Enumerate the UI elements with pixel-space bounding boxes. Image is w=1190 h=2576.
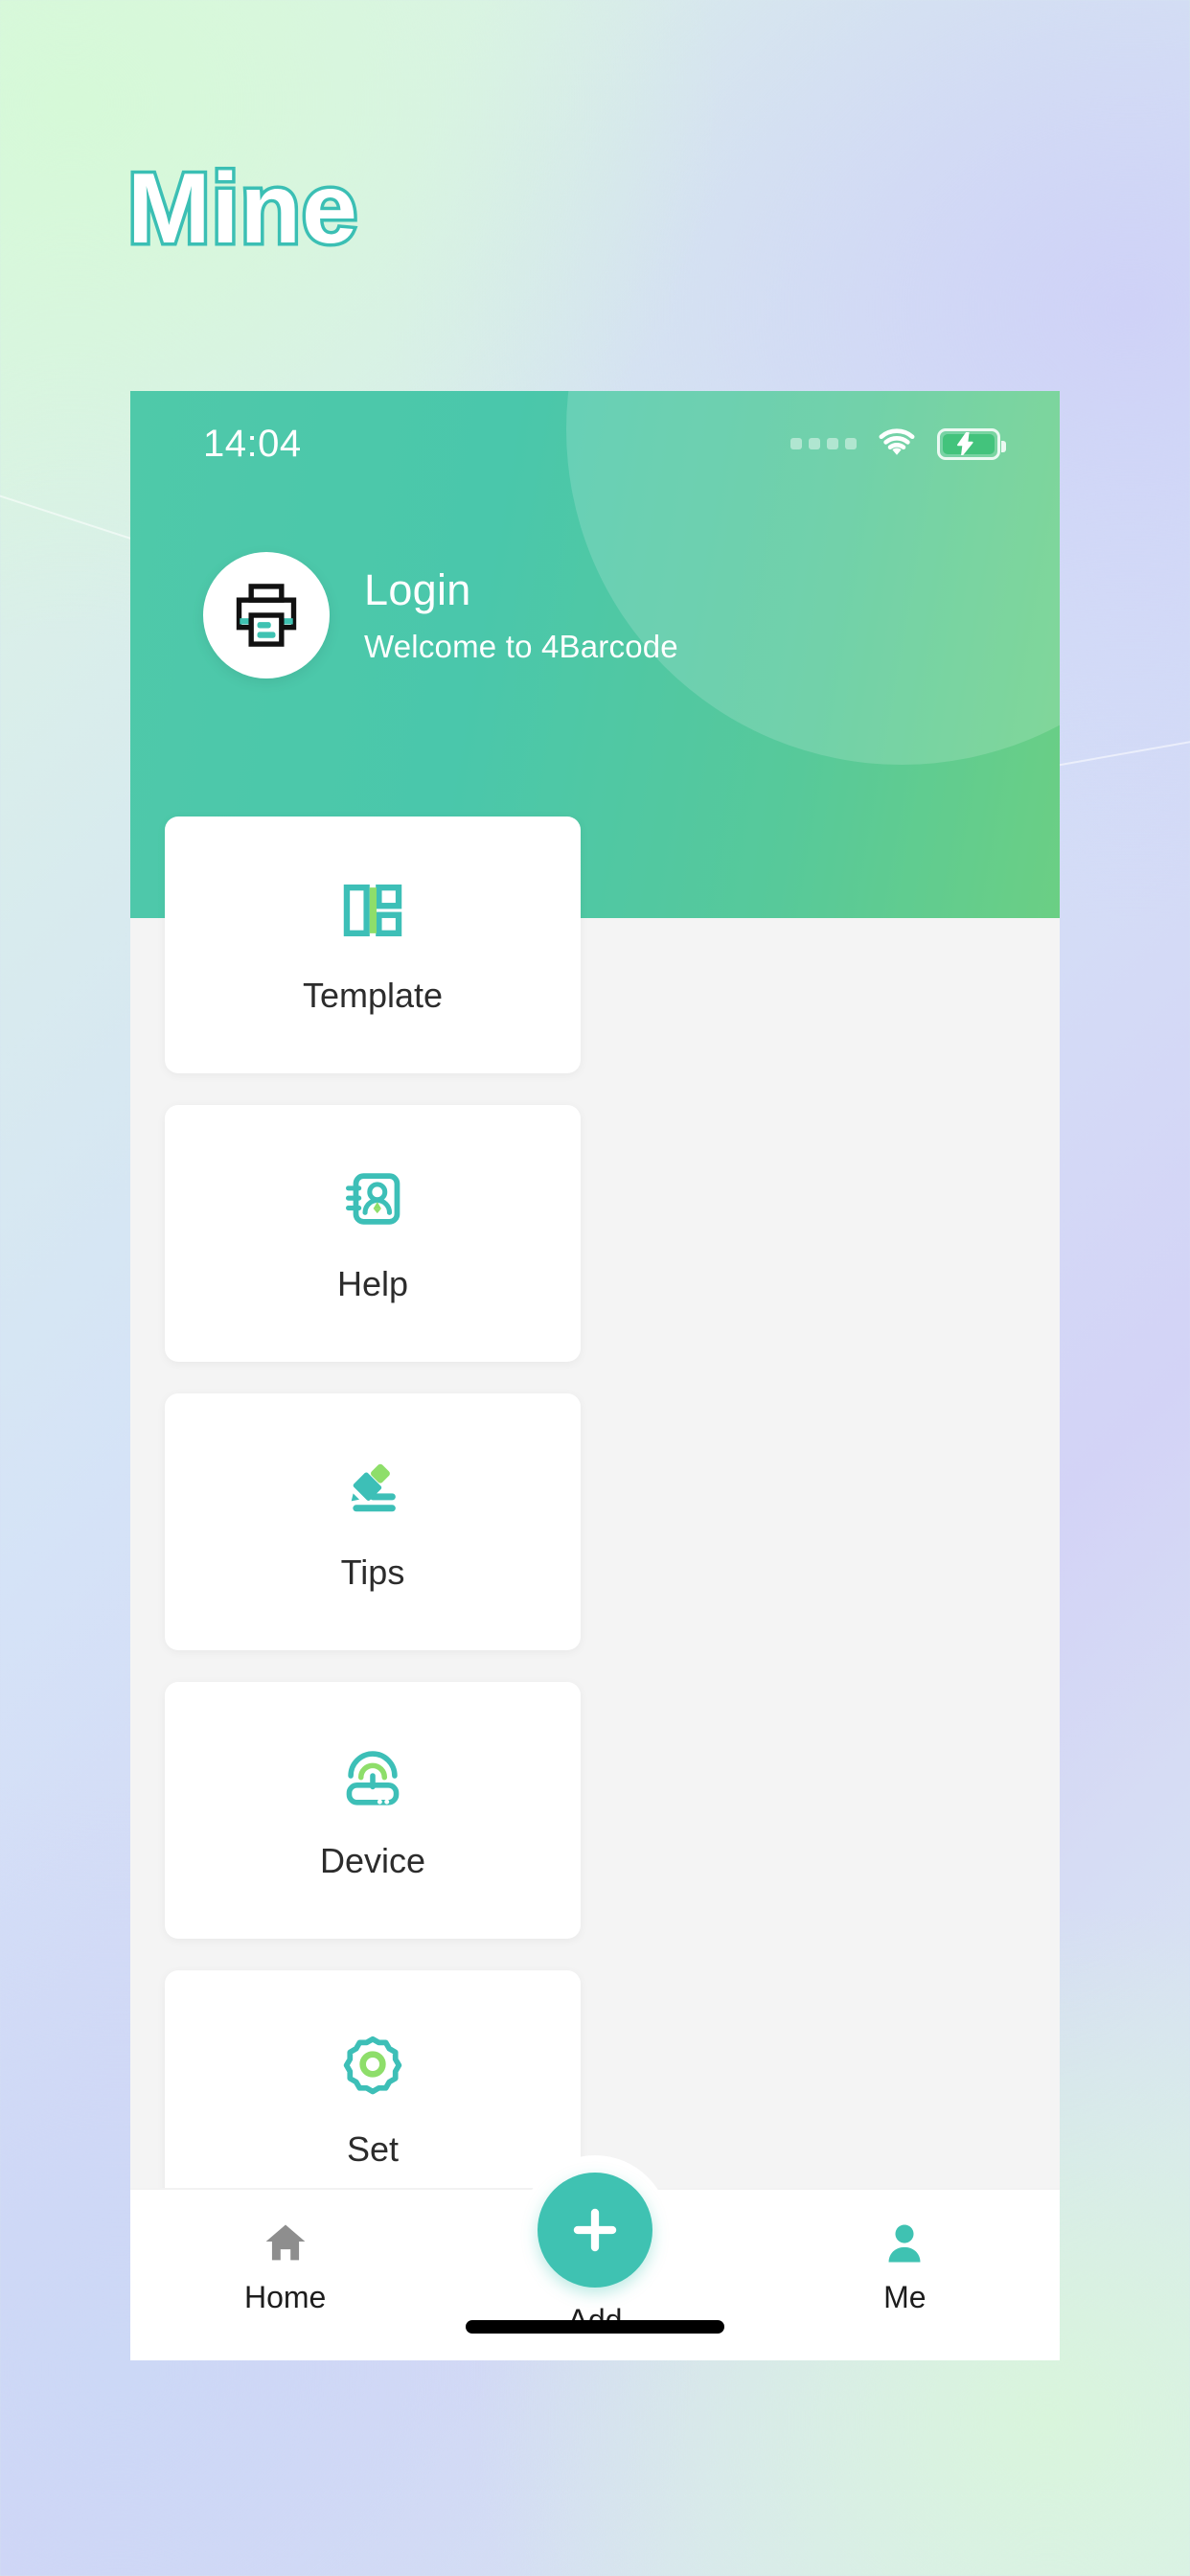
- person-icon: [888, 2224, 921, 2263]
- contact-book-icon: [339, 1162, 406, 1235]
- printer-icon: [236, 584, 297, 647]
- phone-screen: 14:04 Login Welcome to 4Barcode Template…: [130, 391, 1060, 2360]
- menu-card-label: Tips: [340, 1552, 405, 1592]
- router-signal-icon: [338, 1739, 407, 1812]
- menu-card-label: Help: [336, 1264, 409, 1303]
- home-indicator[interactable]: [466, 2320, 724, 2334]
- battery-charging-icon: [937, 427, 1006, 460]
- plus-icon: [573, 2208, 617, 2252]
- menu-card-label: Set: [346, 2129, 400, 2169]
- home-icon: [265, 2224, 306, 2261]
- add-button[interactable]: [537, 2173, 652, 2288]
- menu-card-template[interactable]: Template: [165, 816, 581, 1073]
- tab-home[interactable]: Home: [130, 2219, 440, 2315]
- pen-writing-icon: [339, 1451, 406, 1524]
- menu-card-tips[interactable]: Tips: [165, 1393, 581, 1650]
- status-bar-clock: 14:04: [203, 422, 302, 465]
- wifi-icon: [879, 428, 915, 455]
- avatar[interactable]: [203, 552, 330, 678]
- account-row[interactable]: Login Welcome to 4Barcode: [203, 552, 678, 678]
- menu-card-label: Device: [319, 1841, 426, 1880]
- tab-label: Home: [243, 2280, 327, 2314]
- tab-label: Me: [883, 2280, 927, 2314]
- login-subtitle: Welcome to 4Barcode: [364, 629, 678, 664]
- gear-icon: [339, 2028, 406, 2101]
- menu-card-label: Template: [302, 976, 444, 1015]
- page-title: Mine: [125, 153, 361, 264]
- signal-dots-icon: [790, 438, 857, 449]
- tab-me[interactable]: Me: [750, 2219, 1060, 2315]
- login-title[interactable]: Login: [364, 565, 678, 615]
- background-hairline: [1044, 735, 1190, 769]
- status-bar: 14:04: [130, 391, 1060, 496]
- menu-card-help[interactable]: Help: [165, 1105, 581, 1362]
- template-layout-icon: [339, 874, 406, 947]
- menu-card-device[interactable]: Device: [165, 1682, 581, 1939]
- menu-grid: Template Help Tips Device Set: [130, 816, 1060, 2227]
- charging-bolt-icon: [957, 432, 973, 455]
- bottom-navigation: Home Add Me: [130, 2155, 1060, 2360]
